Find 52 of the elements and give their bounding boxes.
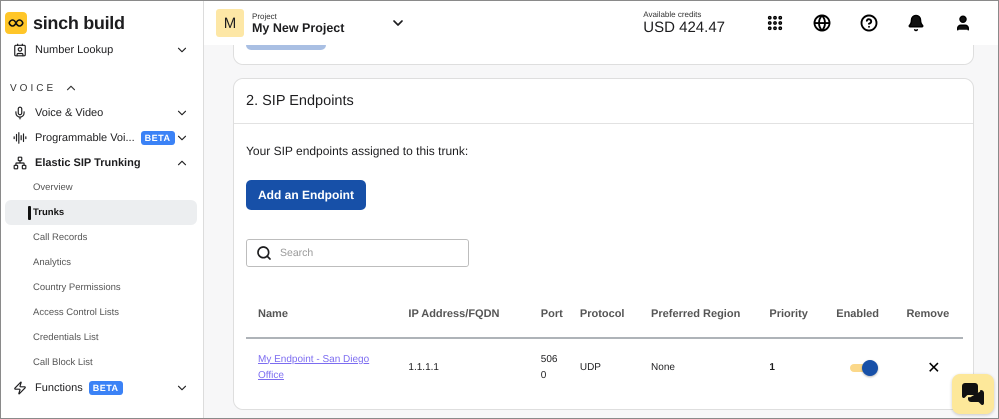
search-icon (256, 245, 272, 261)
sidebar-item[interactable]: Programmable Voi... BETA (5, 125, 197, 150)
sidebar-subitem[interactable]: Overview (5, 175, 197, 200)
sidebar-item-icon (13, 42, 27, 56)
remove-button[interactable]: ✕ (927, 358, 941, 377)
beta-badge: BETA (88, 380, 123, 394)
sidebar-item-icon (13, 156, 27, 170)
sidebar-item-icon (13, 130, 27, 144)
column-header: IP Address/FQDN (396, 291, 529, 338)
sidebar-subitem[interactable]: Access Control Lists (5, 300, 197, 325)
sidebar-subitem[interactable]: Trunks (5, 200, 197, 225)
sidebar-subitem[interactable]: Call Block List (5, 350, 197, 375)
table-cell-text: 5060 (540, 352, 558, 382)
table-cell: 1 (757, 338, 823, 396)
section-heading: VOICE (10, 82, 56, 94)
sidebar-subitem[interactable]: Call Records (5, 225, 197, 250)
column-header: Protocol (568, 291, 640, 338)
column-header: Priority (757, 291, 823, 338)
logo-icon (5, 12, 27, 34)
column-header: Preferred Region (639, 291, 758, 338)
chat-button[interactable] (952, 374, 994, 414)
intro-text: Your SIP endpoints assigned to this trunk: (246, 144, 468, 158)
project-avatar: M (216, 9, 244, 37)
table-cell: UDP (568, 338, 640, 396)
sidebar-subitem[interactable]: Country Permissions (5, 275, 197, 300)
sidebar-item[interactable]: Voice & Video (5, 100, 197, 125)
brand-name: sinch build (33, 12, 125, 34)
project-label: Project (252, 12, 278, 20)
sidebar-item[interactable]: Number Lookup (5, 37, 197, 62)
search-field[interactable]: Search (246, 239, 469, 267)
credits-amount: USD 424.47 (643, 19, 725, 36)
sidebar-item-icon (13, 380, 27, 394)
sidebar-subitem[interactable]: Credentials List (5, 325, 197, 350)
add-endpoint-button[interactable]: Add an Endpoint (246, 180, 366, 210)
card-title: 2. SIP Endpoints (234, 79, 973, 124)
column-header: Enabled (822, 291, 893, 338)
sidebar-subitem[interactable]: Analytics (5, 250, 197, 275)
project-name: My New Project (252, 20, 346, 34)
column-header: Remove (892, 291, 963, 338)
credits-label: Available credits (643, 10, 702, 19)
table-cell: 1.1.1.1 (396, 338, 529, 396)
project-selector[interactable]: M Project My New Project (216, 9, 406, 37)
enabled-toggle[interactable] (850, 360, 878, 376)
chat-icon (961, 382, 985, 406)
table-cell: None (639, 338, 758, 396)
beta-badge: BETA (140, 130, 174, 144)
column-header: Name (246, 291, 396, 338)
sidebar-item-icon (13, 106, 27, 120)
column-header: Port (528, 291, 568, 338)
endpoint-link[interactable]: My Endpoint - San Diego Office (258, 352, 396, 384)
sidebar-item[interactable]: Functions BETA (5, 375, 197, 400)
sidebar-item[interactable]: Elastic SIP Trunking (5, 150, 197, 175)
